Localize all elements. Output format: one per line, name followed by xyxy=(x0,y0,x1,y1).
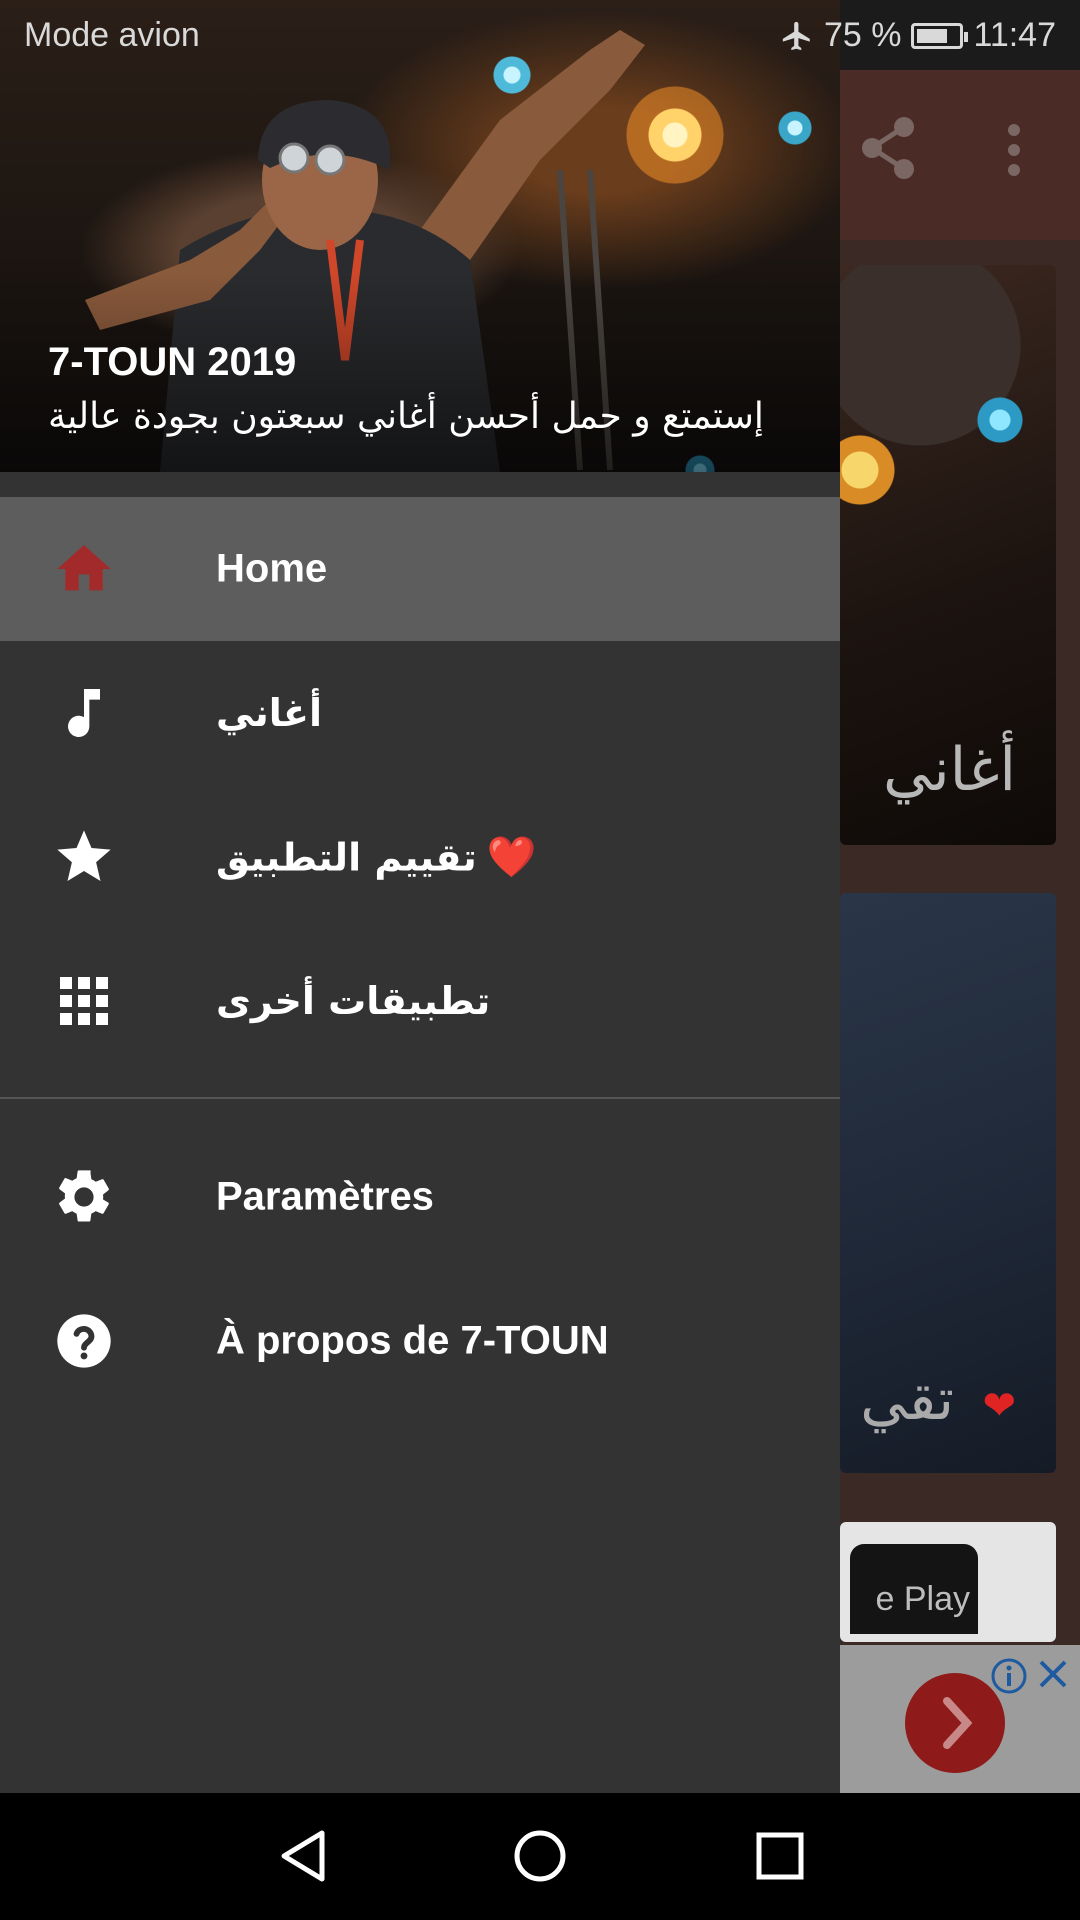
play-store-badge: e Play xyxy=(850,1544,978,1634)
close-icon[interactable] xyxy=(1036,1657,1070,1691)
star-icon xyxy=(57,830,111,881)
share-icon[interactable] xyxy=(858,115,918,181)
status-bar: Mode avion 75 % 11:47 xyxy=(0,0,1080,72)
gear-icon xyxy=(59,1170,109,1222)
menu-item-label: Home xyxy=(216,546,328,591)
more-vert-icon[interactable] xyxy=(1004,122,1024,178)
menu-item-label: أغاني xyxy=(216,691,322,735)
rate-card[interactable]: ❤ تقي xyxy=(840,893,1056,1473)
songs-card-title: أغاني xyxy=(882,735,1016,805)
menu-item-label: Paramètres xyxy=(216,1174,434,1219)
status-indicators: 75 % 11:47 xyxy=(780,16,1056,55)
battery-icon xyxy=(911,22,969,49)
help-icon xyxy=(57,1314,111,1368)
menu-item-home[interactable]: Home xyxy=(0,497,840,641)
menu-item-label: تقييم التطبيق ❤️ xyxy=(216,834,537,881)
home-icon xyxy=(57,545,111,591)
menu-divider xyxy=(0,1097,840,1099)
menu-item-label: À propos de 7-TOUN xyxy=(216,1318,609,1363)
menu-item-about[interactable]: À propos de 7-TOUN xyxy=(0,1269,840,1413)
drawer-title: 7-TOUN 2019 xyxy=(48,340,297,384)
back-icon[interactable] xyxy=(270,1821,340,1891)
menu-item-label: تطبيقات أخرى xyxy=(216,979,491,1023)
menu-item-songs[interactable]: أغاني xyxy=(0,641,840,785)
battery-percent: 75 % xyxy=(823,16,902,54)
play-store-card[interactable]: e Play xyxy=(840,1522,1056,1642)
music-note-icon xyxy=(68,689,100,738)
airplane-icon xyxy=(782,21,810,50)
rate-card-title: ❤ تقي xyxy=(860,1365,1016,1433)
info-icon[interactable] xyxy=(990,1657,1028,1695)
apps-grid-icon xyxy=(60,977,108,1025)
airplane-mode-label: Mode avion xyxy=(24,16,200,54)
drawer-subtitle: إستمتع و حمل أحسن أغاني سبعتون بجودة عال… xyxy=(48,396,764,437)
clock: 11:47 xyxy=(973,16,1056,54)
navigation-drawer: 7-TOUN 2019 إستمتع و حمل أحسن أغاني سبعت… xyxy=(0,0,840,1793)
songs-card[interactable]: أغاني xyxy=(840,265,1056,845)
home-circle-icon[interactable] xyxy=(505,1821,575,1891)
menu-item-other-apps[interactable]: تطبيقات أخرى xyxy=(0,929,840,1073)
recents-icon[interactable] xyxy=(745,1821,815,1891)
heart-emoji: ❤️ xyxy=(486,834,537,881)
menu-item-rate-app[interactable]: تقييم التطبيق ❤️ xyxy=(0,785,840,929)
menu-item-settings[interactable]: Paramètres xyxy=(0,1125,840,1269)
heart-icon: ❤ xyxy=(982,1383,1016,1429)
system-nav-bar xyxy=(0,1793,1080,1920)
